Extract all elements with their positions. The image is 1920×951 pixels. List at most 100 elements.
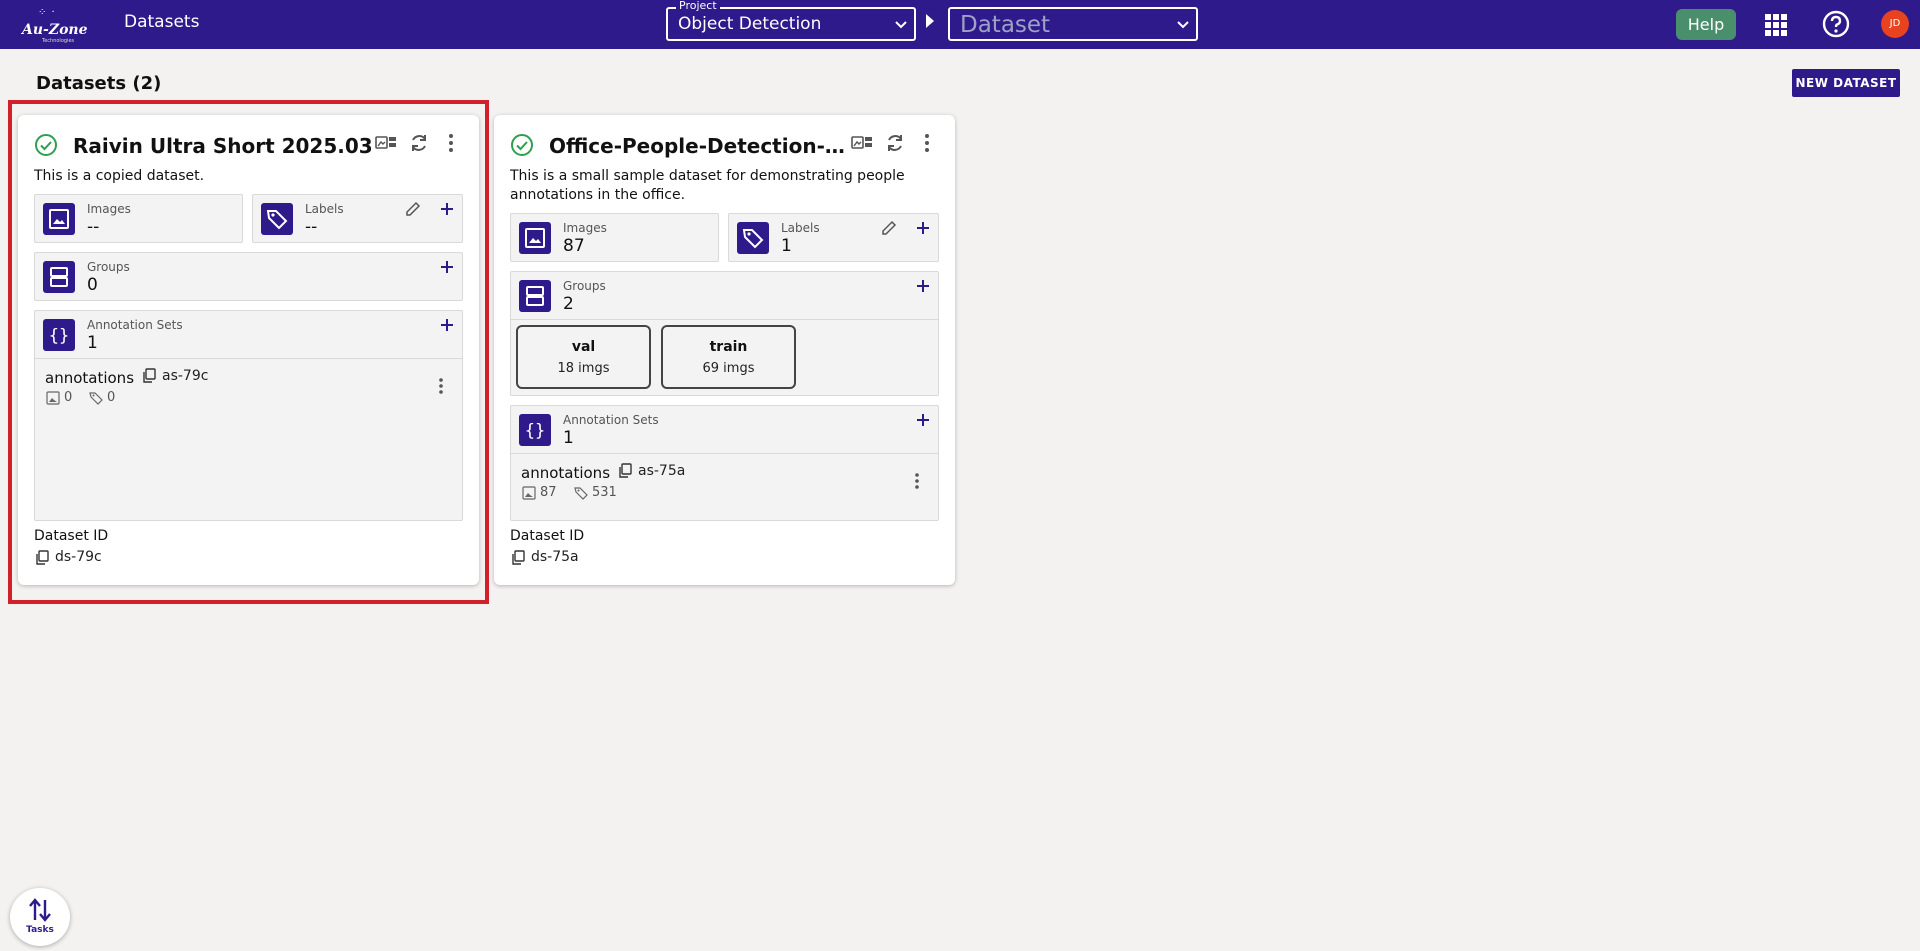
breadcrumb-arrow-icon [926, 14, 934, 28]
logo-dots: ⁘ · [38, 7, 56, 18]
add-group-icon[interactable] [439, 259, 455, 275]
dataset-card[interactable]: Raivin Ultra Short 2025.03 This is a cop… [18, 115, 479, 585]
dataset-select-placeholder: Dataset [960, 12, 1051, 38]
user-avatar[interactable]: JD [1881, 10, 1909, 38]
annotation-sets-tile[interactable]: {} Annotation Sets 1 annotations as-79c … [34, 310, 463, 521]
group-image-count: 18 imgs [557, 361, 610, 376]
check-circle-icon [35, 134, 57, 156]
gallery-view-icon[interactable] [374, 131, 398, 155]
help-circle-icon[interactable] [1822, 10, 1850, 38]
group-name: train [709, 339, 748, 355]
labels-count: -- [305, 217, 318, 237]
chevron-down-icon [1177, 21, 1189, 29]
dataset-id-value: ds-75a [531, 549, 579, 565]
annotation-image-count: 0 [64, 390, 73, 405]
group-image-count: 69 imgs [702, 361, 755, 376]
label-count-icon [574, 487, 588, 500]
group-chip-val[interactable]: val 18 imgs [516, 325, 651, 389]
dataset-select[interactable]: Dataset [948, 7, 1198, 41]
copy-icon[interactable] [142, 368, 157, 383]
au-zone-logo[interactable]: ⁘ · Au-Zone Technologies [20, 5, 88, 45]
labels-tile[interactable]: Labels 1 [728, 213, 939, 262]
add-annotation-set-icon[interactable] [915, 412, 931, 428]
annotation-set-name: annotations [45, 369, 135, 387]
annotation-sets-label: Annotation Sets [563, 413, 659, 427]
add-icon[interactable] [915, 220, 931, 236]
label-count-icon [89, 392, 103, 405]
annotation-set-id: as-75a [638, 463, 686, 479]
image-icon [519, 222, 551, 254]
group-name: val [571, 339, 596, 355]
braces-icon: {} [43, 319, 75, 351]
add-group-icon[interactable] [915, 278, 931, 294]
tasks-button[interactable]: Tasks [10, 888, 70, 946]
annotation-set-name: annotations [521, 464, 611, 482]
groups-tile[interactable]: Groups 2 val 18 imgs train 69 imgs [510, 271, 939, 396]
dataset-id-label: Dataset ID [34, 528, 109, 544]
braces-icon: {} [519, 414, 551, 446]
dataset-title[interactable]: Raivin Ultra Short 2025.03 [73, 134, 373, 158]
more-vert-icon[interactable] [438, 377, 444, 395]
project-select[interactable]: Project Object Detection [666, 0, 916, 41]
dataset-card[interactable]: Office-People-Detection-20… This is a sm… [494, 115, 955, 585]
tasks-label: Tasks [26, 925, 54, 935]
add-annotation-set-icon[interactable] [439, 317, 455, 333]
annotation-set-id: as-79c [162, 368, 209, 384]
group-chip-train[interactable]: train 69 imgs [661, 325, 796, 389]
page-title: Datasets (2) [36, 73, 162, 94]
svg-text:{}: {} [49, 326, 69, 346]
annotation-sets-tile[interactable]: {} Annotation Sets 1 annotations as-75a … [510, 405, 939, 521]
logo-brand: Au-Zone [22, 22, 88, 38]
apps-grid-icon[interactable] [1764, 13, 1788, 37]
annotation-image-count: 87 [540, 485, 557, 500]
more-vert-icon[interactable] [439, 131, 463, 155]
tag-icon [737, 222, 769, 254]
copy-icon[interactable] [511, 550, 526, 565]
annotation-label-count: 0 [107, 390, 116, 405]
groups-count: 2 [563, 294, 574, 314]
refresh-icon[interactable] [407, 131, 431, 155]
groups-tile[interactable]: Groups 0 [34, 252, 463, 301]
images-label: Images [87, 202, 131, 216]
images-count: -- [87, 217, 100, 237]
divider [511, 319, 938, 320]
labels-tile[interactable]: Labels -- [252, 194, 463, 243]
dataset-id-label: Dataset ID [510, 528, 585, 544]
gallery-view-icon[interactable] [850, 131, 874, 155]
help-button[interactable]: Help [1676, 9, 1736, 40]
chevron-down-icon [895, 21, 907, 29]
top-app-bar: ⁘ · Au-Zone Technologies Datasets Projec… [0, 0, 1920, 49]
images-label: Images [563, 221, 607, 235]
labels-label: Labels [781, 221, 820, 235]
edit-icon[interactable] [405, 201, 421, 217]
images-tile[interactable]: Images 87 [510, 213, 719, 262]
annotation-sets-count: 1 [563, 428, 574, 448]
copy-icon[interactable] [618, 463, 633, 478]
tag-icon [261, 203, 293, 235]
edit-icon[interactable] [881, 220, 897, 236]
groups-label: Groups [87, 260, 130, 274]
add-icon[interactable] [439, 201, 455, 217]
new-dataset-button[interactable]: NEW DATASET [1792, 69, 1900, 97]
image-count-icon [46, 391, 60, 405]
images-count: 87 [563, 236, 585, 256]
dataset-description: This is a small sample dataset for demon… [510, 168, 905, 203]
annotation-sets-count: 1 [87, 333, 98, 353]
more-vert-icon[interactable] [915, 131, 939, 155]
copy-icon[interactable] [35, 550, 50, 565]
dataset-title[interactable]: Office-People-Detection-20… [549, 134, 849, 158]
groups-icon [519, 280, 551, 312]
more-vert-icon[interactable] [914, 472, 920, 490]
logo-subtitle: Technologies [42, 38, 75, 44]
refresh-icon[interactable] [883, 131, 907, 155]
nav-title[interactable]: Datasets [124, 12, 199, 32]
dataset-description: This is a copied dataset. [34, 168, 205, 184]
divider [511, 453, 938, 454]
image-count-icon [522, 486, 536, 500]
divider [35, 358, 462, 359]
images-tile[interactable]: Images -- [34, 194, 243, 243]
dataset-id-value: ds-79c [55, 549, 102, 565]
svg-text:{}: {} [525, 421, 545, 441]
groups-icon [43, 261, 75, 293]
project-select-legend: Project [676, 0, 720, 12]
